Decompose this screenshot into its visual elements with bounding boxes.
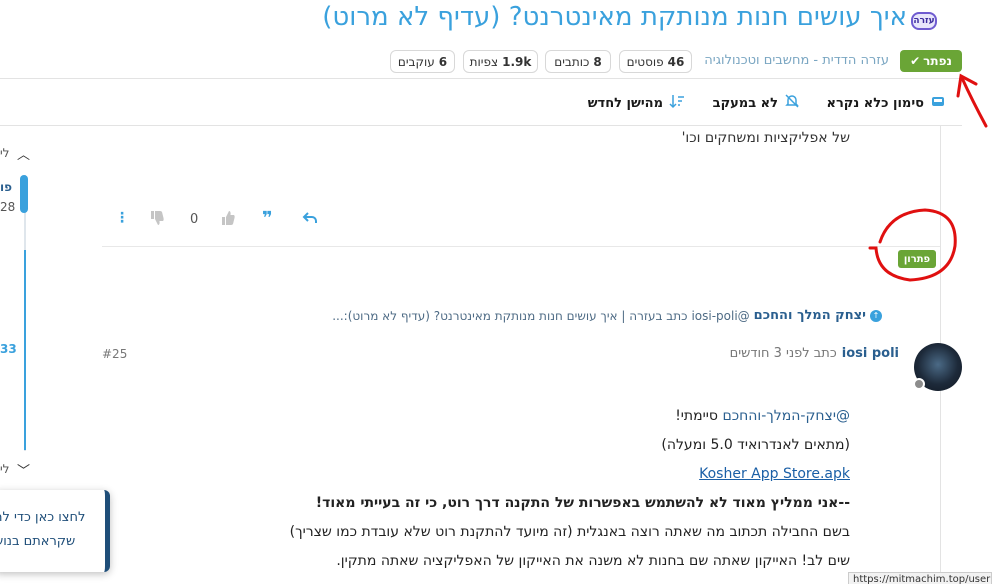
- stat-posters: 8 כותבים: [545, 50, 611, 73]
- solved-badge: נפתר ✔: [900, 50, 962, 72]
- post-line-5: בשם החבילה תכתוב מה שאתה רוצה באנגלית (ז…: [289, 524, 850, 540]
- sort-button[interactable]: מהישן לחדש: [588, 93, 685, 113]
- status-indicator: [913, 378, 925, 390]
- post-separator: [102, 246, 940, 247]
- stat-followers: 6 עוקבים: [390, 50, 455, 73]
- toast-line-2: שקראתם בנוש: [0, 534, 76, 549]
- upvote-icon[interactable]: [220, 210, 236, 230]
- timeline-handle[interactable]: [20, 175, 28, 213]
- post-author[interactable]: iosi poli: [842, 346, 899, 361]
- sort-icon: [669, 93, 685, 113]
- post-mention[interactable]: @יצחק-המלך-והחכם: [722, 408, 850, 424]
- toast-line-1: לחצו כאן כדי לה: [0, 510, 86, 525]
- backlink-user[interactable]: יצחק המלך והחכם: [754, 308, 866, 323]
- timeline-edge-number: 28: [0, 200, 16, 214]
- annotation-arrow: [960, 76, 988, 128]
- post-meta: iosi poli כתב לפני 3 חודשים: [730, 346, 899, 361]
- timeline-edge-bottom: לי: [0, 462, 10, 476]
- solved-label: נפתר: [923, 54, 952, 68]
- timeline-progress: [24, 250, 26, 450]
- post-line-2: (מתאים לאנדרואיד 5.0 ומעלה): [661, 437, 850, 453]
- post-index[interactable]: #25: [102, 347, 127, 361]
- backlink-notice: ↑ יצחק המלך והחכם @iosi-poli כתב בעזרה |…: [332, 308, 882, 323]
- category-link[interactable]: עזרה הדדית - מחשבים וטכנולוגיה: [704, 53, 889, 68]
- more-options-icon[interactable]: ⋮: [115, 210, 129, 226]
- chevron-up-icon[interactable]: ︿: [17, 144, 30, 163]
- vote-count: 0: [190, 212, 199, 227]
- check-icon: ✔: [910, 54, 921, 68]
- backlink-link[interactable]: כתב בעזרה | איך עושים חנות מנותקת מאינטר…: [332, 309, 687, 323]
- reply-icon[interactable]: [302, 210, 318, 230]
- tracking-button[interactable]: לא במעקב: [713, 93, 800, 113]
- apk-download-link[interactable]: Kosher App Store.apk: [699, 466, 850, 482]
- post-timestamp[interactable]: כתב לפני 3 חודשים: [730, 346, 837, 361]
- inbox-icon: [930, 93, 946, 113]
- annotation-circle: [868, 208, 957, 282]
- downvote-icon[interactable]: [149, 210, 165, 230]
- unread-toast[interactable]: לחצו כאן כדי לה שקראתם בנוש: [0, 490, 110, 572]
- stat-posts: 46 פוסטים: [619, 50, 692, 73]
- solution-badge: פתרון: [898, 250, 936, 268]
- bell-off-icon: [784, 93, 800, 113]
- previous-post-text: של אפליקציות ומשחקים וכו': [681, 130, 850, 146]
- chevron-down-icon[interactable]: ﹀: [17, 460, 30, 479]
- category-badge[interactable]: עזרה: [911, 12, 937, 30]
- link-icon: ↑: [870, 309, 882, 322]
- url-status-tooltip: https://mitmachim.top/user: [848, 572, 992, 584]
- topic-toolbar: [0, 78, 962, 126]
- mark-unread-button[interactable]: סימון כלא נקרא: [827, 93, 947, 113]
- timeline-edge-label: פו: [0, 180, 13, 194]
- topic-title: איך עושים חנות מנותקת מאינטרנט? (עדיף לא…: [322, 2, 907, 32]
- timeline-edge-index: 33: [0, 342, 17, 356]
- stat-views: 1.9k צפיות: [463, 50, 538, 73]
- post-line-1: @יצחק-המלך-והחכם סיימתי!: [675, 408, 850, 424]
- post-line-6: שים לב! האייקון שאתה שם בחנות לא משנה את…: [336, 553, 850, 569]
- quote-icon[interactable]: ❞: [262, 208, 273, 229]
- post-line-4: --אני ממליץ מאוד לא להשתמש באפשרות של הת…: [315, 495, 850, 511]
- backlink-mention[interactable]: @iosi-poli: [691, 309, 749, 323]
- timeline-edge-top: לי: [0, 146, 10, 160]
